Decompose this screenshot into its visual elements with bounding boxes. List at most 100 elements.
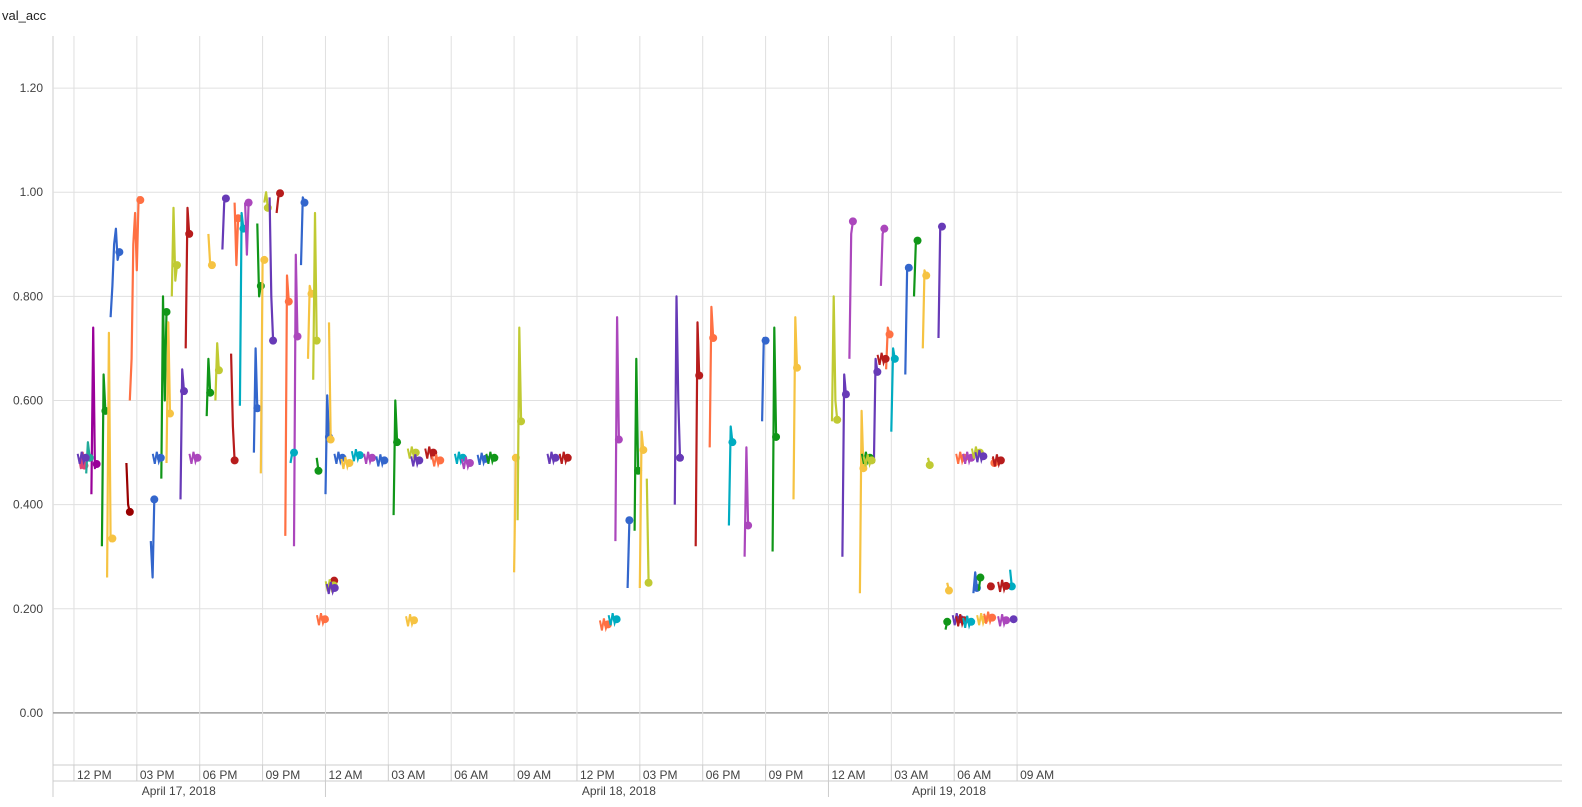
cluster-point: [380, 456, 389, 465]
series-end-point: [944, 586, 953, 595]
series-line: [238, 211, 245, 406]
x-tick-label: 09 PM: [769, 768, 804, 782]
series-line: [324, 394, 331, 495]
series-line: [937, 225, 943, 339]
series-end-point: [276, 189, 285, 198]
series-end-point: [150, 495, 159, 504]
series-line: [743, 446, 750, 557]
series-end-point: [793, 363, 802, 372]
series-end-point: [644, 578, 653, 587]
series-end-point: [728, 438, 737, 447]
series-line: [626, 520, 631, 589]
series-end-point: [639, 445, 648, 454]
series-end-point: [695, 371, 704, 380]
y-tick-label: 1.20: [20, 81, 44, 95]
series-end-point: [260, 255, 269, 264]
series-end-point: [880, 224, 889, 233]
cluster-point: [415, 456, 424, 465]
series-end-point: [166, 409, 175, 418]
series-end-point: [1009, 615, 1018, 624]
series-line: [921, 269, 928, 349]
series-end-point: [904, 263, 913, 272]
series-end-point: [244, 198, 253, 207]
x-tick-label: 09 AM: [517, 768, 551, 782]
cluster-point: [320, 615, 329, 624]
series-line: [830, 295, 839, 422]
series-line: [90, 326, 98, 495]
x-tick-label: 09 PM: [266, 768, 301, 782]
date-label: April 19, 2018: [912, 784, 986, 798]
x-tick-label: 06 AM: [957, 768, 991, 782]
series-end-point: [185, 229, 194, 238]
series-line: [912, 240, 919, 297]
series-end-point: [108, 534, 117, 543]
series-line: [645, 478, 650, 583]
y-tick-label: 0.200: [13, 602, 43, 616]
series-line: [205, 357, 212, 417]
series-end-point: [290, 448, 299, 457]
series-line: [207, 233, 212, 267]
series-end-point: [913, 236, 922, 245]
series-layer: [76, 189, 1018, 633]
series-end-point: [230, 456, 239, 465]
series-end-point: [772, 432, 781, 441]
series-line: [149, 499, 156, 579]
cluster-point: [490, 453, 499, 462]
x-tick-label: 03 AM: [391, 768, 425, 782]
series-line: [673, 295, 682, 505]
chart-svg: 0.00 0.200 0.400 0.600 0.800 1.00 1.20 12 PM 03 …: [13, 36, 1562, 798]
cluster-point: [81, 453, 90, 462]
series-line: [252, 347, 259, 453]
series-line: [858, 409, 865, 594]
cluster-point: [368, 453, 377, 462]
series-line: [841, 373, 847, 557]
series-end-point: [300, 198, 309, 207]
series-line: [284, 274, 290, 536]
series-end-point: [269, 336, 278, 345]
series-end-point: [207, 261, 216, 270]
grid-layer: [52, 36, 1562, 797]
x-tick-label: 12 PM: [580, 768, 615, 782]
series-end-point: [976, 573, 985, 582]
series-line: [614, 316, 620, 542]
series-end-point: [833, 415, 842, 424]
series-end-point: [293, 332, 302, 341]
series-end-point: [614, 435, 623, 444]
series-line: [761, 336, 767, 422]
series-line: [268, 197, 275, 341]
cluster-point: [988, 613, 997, 622]
series-line: [233, 202, 240, 267]
cluster-point: [979, 452, 988, 461]
date-label: April 17, 2018: [142, 784, 216, 798]
x-tick-label: 12 AM: [831, 768, 865, 782]
series-line: [904, 267, 910, 375]
series-end-point: [221, 194, 230, 203]
series-end-point: [206, 388, 215, 397]
cluster-point: [563, 453, 572, 462]
x-tick-label: 06 AM: [454, 768, 488, 782]
series-line: [708, 305, 715, 448]
x-tick-label: 03 PM: [643, 768, 678, 782]
y-tick-label: 0.00: [20, 706, 44, 720]
cluster-point: [330, 583, 339, 592]
series-line: [312, 211, 318, 380]
x-tick-label: 06 PM: [203, 768, 238, 782]
series-end-point: [214, 366, 223, 375]
x-tick-label: 03 AM: [894, 768, 928, 782]
cluster-point: [345, 458, 354, 467]
x-tick-label: 09 AM: [1020, 768, 1054, 782]
cluster-point: [867, 456, 876, 465]
series-end-point: [873, 367, 882, 376]
series-end-point: [125, 507, 134, 516]
date-label: April 18, 2018: [582, 784, 656, 798]
series-end-point: [744, 521, 753, 530]
series-line: [170, 206, 179, 297]
cluster-point: [355, 451, 364, 460]
series-end-point: [179, 387, 188, 396]
series-line: [792, 316, 799, 500]
series-end-point: [676, 453, 685, 462]
series-end-point: [517, 417, 526, 426]
series-end-point: [943, 617, 952, 626]
y-tick-label: 1.00: [20, 185, 44, 199]
series-end-point: [841, 390, 850, 399]
